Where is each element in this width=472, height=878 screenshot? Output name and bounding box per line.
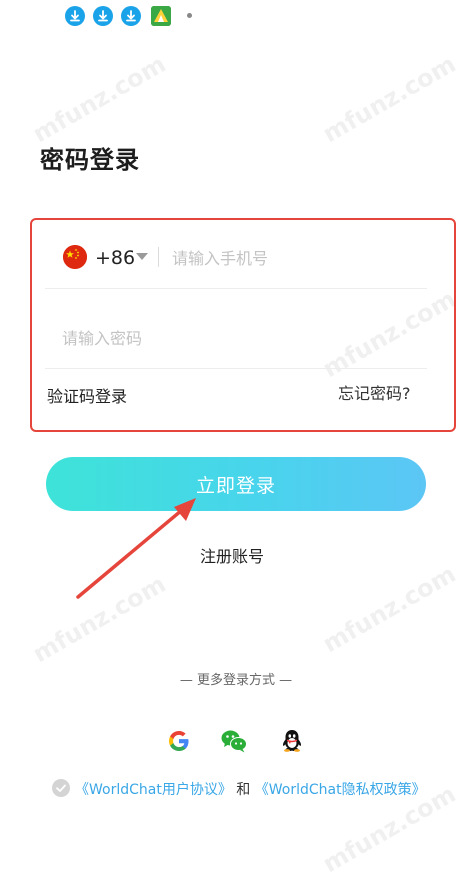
app-notification-icon xyxy=(151,6,171,26)
download-icon xyxy=(65,6,85,26)
qq-icon[interactable] xyxy=(279,728,305,754)
watermark: mfunz.com xyxy=(317,559,461,659)
page-title: 密码登录 xyxy=(40,146,140,174)
user-agreement-link[interactable]: 《WorldChat用户协议》 xyxy=(75,782,232,798)
china-flag-icon[interactable] xyxy=(63,245,87,269)
watermark: mfunz.com xyxy=(27,49,171,149)
agreement-and: 和 xyxy=(236,782,251,798)
separator xyxy=(158,247,159,267)
check-icon xyxy=(56,784,66,792)
phone-input[interactable] xyxy=(172,245,422,271)
country-code[interactable]: +86 xyxy=(95,247,135,269)
download-icon xyxy=(121,6,141,26)
divider xyxy=(45,368,427,369)
password-input[interactable] xyxy=(62,325,402,351)
privacy-policy-link[interactable]: 《WorldChat隐私权政策》 xyxy=(255,782,426,798)
divider xyxy=(45,288,427,289)
google-icon[interactable] xyxy=(166,728,192,754)
status-bar xyxy=(0,0,472,34)
watermark: mfunz.com xyxy=(317,49,461,149)
sms-login-link[interactable]: 验证码登录 xyxy=(47,383,127,407)
more-login-label: — 更多登录方式 — xyxy=(179,673,293,688)
agreement-checkbox[interactable] xyxy=(52,779,70,797)
download-icon xyxy=(93,6,113,26)
chevron-down-icon[interactable] xyxy=(136,253,148,260)
agreement-text: 《WorldChat用户协议》 和 《WorldChat隐私权政策》 xyxy=(75,779,426,799)
more-dot-icon xyxy=(187,13,192,18)
wechat-icon[interactable] xyxy=(220,728,247,754)
annotation-arrow xyxy=(76,498,196,599)
forgot-password-link[interactable]: 忘记密码? xyxy=(338,380,411,404)
